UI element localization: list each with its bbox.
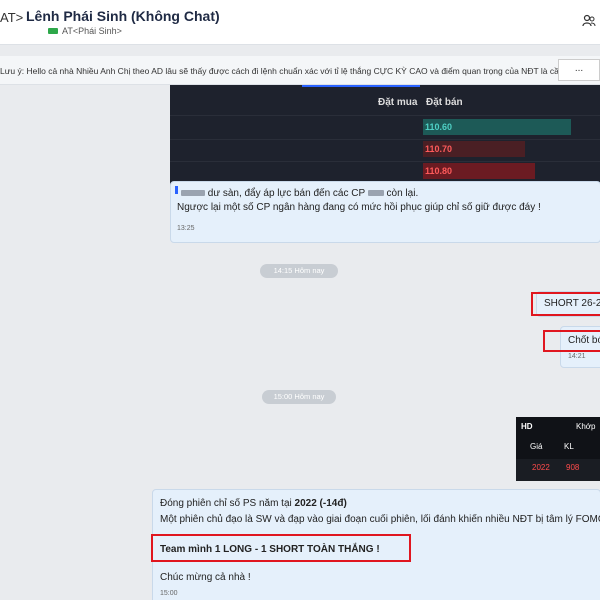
pinned-more-button[interactable]: ...	[558, 59, 600, 81]
header-prefix: AT>	[0, 10, 24, 25]
tag-icon	[48, 28, 58, 34]
chat-header: AT> Lênh Phái Sinh (Không Chat) AT<Phái …	[0, 0, 600, 45]
members-icon[interactable]	[582, 14, 596, 28]
blurred-text	[181, 190, 205, 197]
highlight-box	[151, 534, 411, 562]
message-1-line-2: Ngược lại một số CP ngân hàng đang có mứ…	[177, 202, 541, 213]
sell-price-1: 110.60	[423, 119, 571, 135]
reply-marker	[175, 186, 178, 194]
row-divider	[170, 139, 600, 140]
table-gia-value: 2022	[532, 463, 550, 472]
orderbook-header-sell: Đặt bán	[426, 97, 463, 108]
table-khop: Khớp	[576, 422, 596, 431]
sell-price-3: 110.80	[423, 163, 535, 179]
message-4-line-2: Một phiên chủ đạo là SW và đạp vào giai …	[160, 514, 600, 525]
message-4-line-4: Chúc mừng cả nhà !	[160, 572, 251, 583]
row-divider	[170, 115, 600, 116]
message-1-line-1: dư sàn, đẩy áp lực bán đến các CP còn lạ…	[181, 188, 418, 199]
highlight-box	[543, 330, 600, 352]
blurred-text	[367, 190, 384, 197]
active-tab-indicator	[302, 85, 420, 87]
table-hd: HD	[521, 422, 533, 431]
chat-title[interactable]: Lênh Phái Sinh (Không Chat)	[26, 8, 220, 24]
table-gia-header: Giá	[530, 442, 543, 451]
chat-subtitle-text: AT<Phái Sinh>	[62, 26, 122, 36]
message-4-time: 15:00	[160, 590, 178, 597]
message-1-time: 13:25	[177, 225, 195, 232]
pinned-message-text: Lưu ý: Hello cả nhà Nhiều Anh Chị theo A…	[0, 66, 592, 76]
message-bubble-1[interactable]: dư sàn, đẩy áp lực bán đến các CP còn lạ…	[170, 181, 600, 243]
sell-price-2: 110.70	[423, 141, 525, 157]
highlight-box	[531, 292, 600, 316]
price-table-image[interactable]: HD Khớp Giá KL 2022 908	[516, 417, 600, 481]
chat-subtitle[interactable]: AT<Phái Sinh>	[48, 26, 122, 36]
table-kl-header: KL	[564, 442, 574, 451]
row-divider	[170, 161, 600, 162]
table-kl-value: 908	[566, 463, 580, 472]
date-divider: 15:00 Hôm nay	[262, 390, 336, 404]
date-divider: 14:15 Hôm nay	[260, 264, 338, 278]
orderbook-header-buy: Đặt mua	[378, 97, 418, 108]
pinned-message-bar[interactable]: Lưu ý: Hello cả nhà Nhiều Anh Chị theo A…	[0, 56, 600, 85]
orderbook-image[interactable]: Đặt mua Đặt bán 110.60 110.70 110.80	[170, 85, 600, 185]
message-3-time: 14:21	[568, 353, 586, 360]
message-4-line-1: Đóng phiên chỉ số PS năm tại 2022 (-14đ)	[160, 498, 347, 509]
chat-area[interactable]: Đặt mua Đặt bán 110.60 110.70 110.80 dư …	[0, 85, 600, 600]
table-row	[516, 459, 600, 481]
